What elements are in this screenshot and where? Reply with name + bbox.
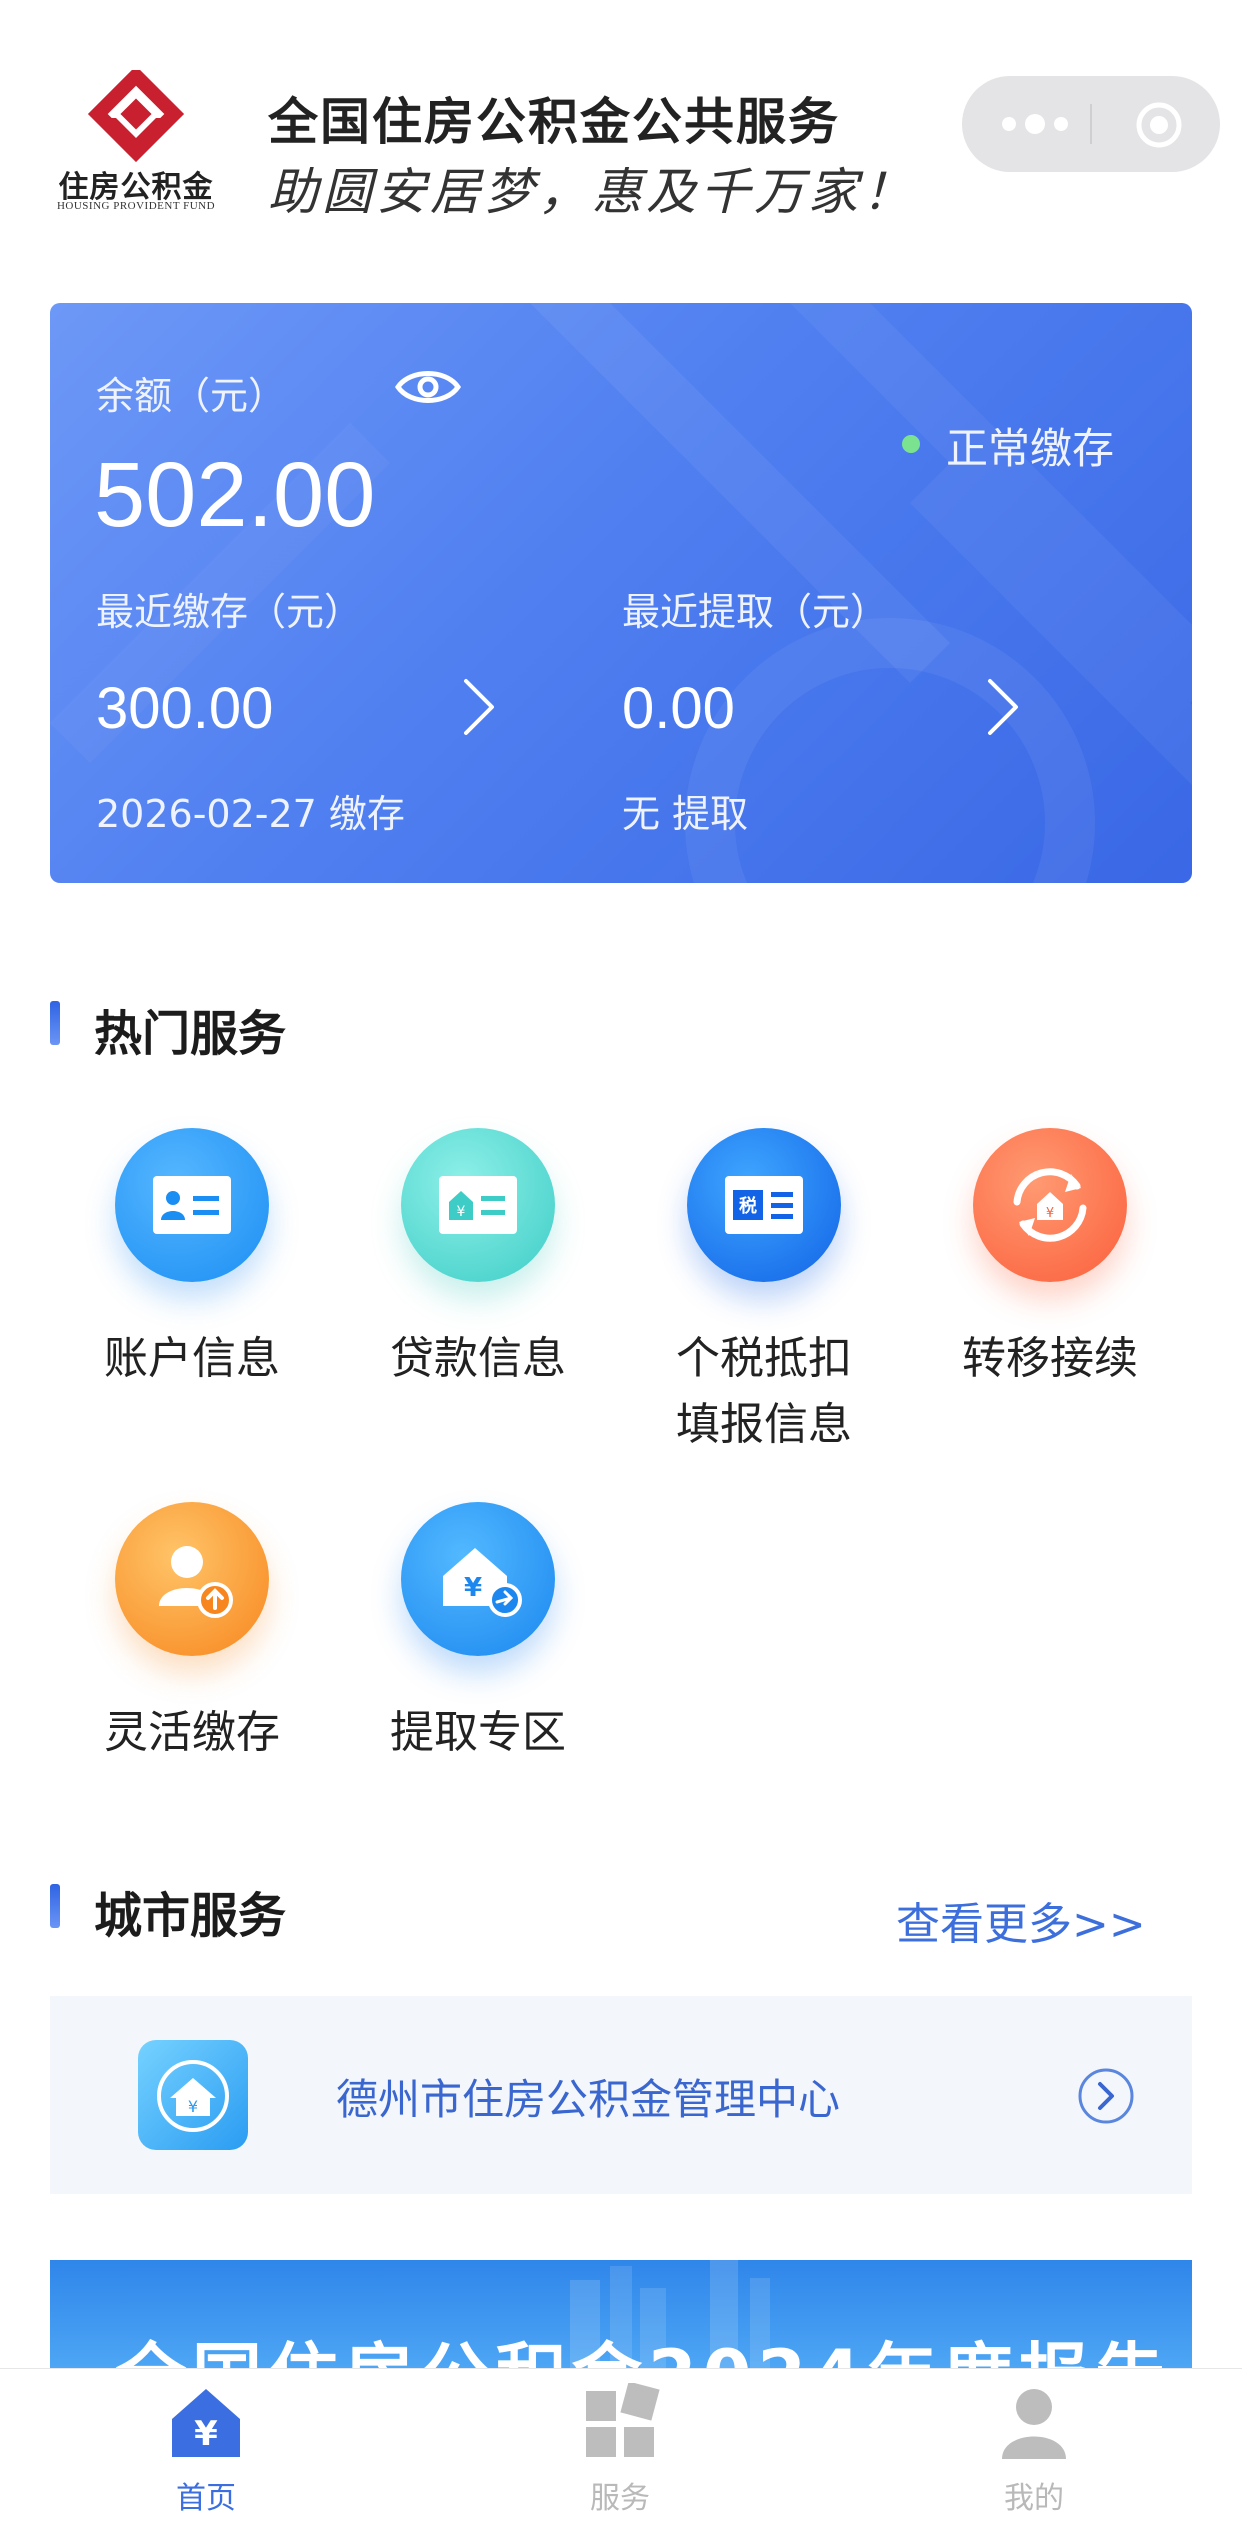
city-fund-center-icon: ¥ (138, 2040, 248, 2150)
flexible-deposit-icon (115, 1502, 269, 1656)
service-withdraw-zone[interactable]: ¥ 提取专区 (358, 1502, 598, 1766)
balance-label: 余额（元） (96, 374, 287, 418)
recent-withdraw-note: 无 提取 (622, 792, 749, 836)
tax-card-icon: 税 (687, 1128, 841, 1282)
city-service-item[interactable]: ¥ 德州市住房公积金管理中心 (50, 1996, 1192, 2194)
svg-text:税: 税 (739, 1195, 757, 1217)
services-grid-icon (586, 2381, 660, 2457)
service-label: 个税抵扣 填报信息 (676, 1333, 852, 1450)
more-dots-icon[interactable] (1000, 110, 1070, 138)
service-label: 账户信息 (104, 1333, 280, 1384)
eye-visibility-icon[interactable] (394, 365, 462, 409)
section-accent-bar (50, 1884, 60, 1928)
svg-text:¥: ¥ (464, 1573, 482, 1603)
city-services-title: 城市服务 (94, 1888, 287, 1944)
service-account-info[interactable]: 账户信息 (72, 1128, 312, 1392)
svg-text:¥: ¥ (194, 2414, 218, 2454)
bottom-tab-bar: ¥ 首页 服务 我的 (0, 2368, 1242, 2531)
tab-label: 服务 (590, 2481, 650, 2516)
logo-emblem-icon (87, 65, 185, 163)
banner-title: 全国住房公积金2024年度报告 (116, 2320, 1171, 2372)
service-label: 转移接续 (962, 1333, 1138, 1384)
see-more-link[interactable]: 查看更多>> (896, 1888, 1146, 1952)
logo-text-en: HOUSING PROVIDENT FUND (56, 200, 216, 212)
user-icon (1002, 2389, 1066, 2459)
mini-program-capsule (962, 76, 1220, 172)
svg-text:¥: ¥ (1046, 1206, 1054, 1221)
balance-value: 502.00 (94, 444, 376, 546)
recent-deposit-value[interactable]: 300.00 (96, 675, 273, 742)
hot-services-title: 热门服务 (94, 1006, 287, 1062)
recent-withdraw-label: 最近提取（元） (622, 590, 889, 634)
recent-deposit-label: 最近缴存（元） (96, 590, 363, 634)
header-title: 全国住房公积金公共服务 (268, 93, 840, 151)
service-flexible-deposit[interactable]: 灵活缴存 (72, 1502, 312, 1766)
svg-text:¥: ¥ (188, 2097, 198, 2116)
close-target-icon[interactable] (1134, 100, 1184, 150)
app-header: 住房公积金 HOUSING PROVIDENT FUND 全国住房公积金公共服务… (0, 0, 1242, 260)
capsule-divider (1090, 104, 1092, 144)
header-slogan: 助圆安居梦，惠及千万家！ (268, 163, 916, 221)
tab-services[interactable]: 服务 (520, 2381, 720, 2517)
home-icon: ¥ (172, 2389, 240, 2457)
city-service-name: 德州市住房公积金管理中心 (336, 2075, 841, 2124)
service-label: 贷款信息 (390, 1333, 566, 1384)
tab-home[interactable]: ¥ 首页 (106, 2383, 306, 2517)
service-transfer[interactable]: ¥ 转移接续 (930, 1128, 1170, 1392)
housing-fund-logo: 住房公积金 HOUSING PROVIDENT FUND (46, 65, 226, 220)
withdraw-icon: ¥ (401, 1502, 555, 1656)
service-loan-info[interactable]: ¥ 贷款信息 (358, 1128, 598, 1392)
recent-deposit-date: 2026-02-27 缴存 (96, 792, 405, 836)
account-status: 正常缴存 (946, 424, 1115, 473)
balance-card: 余额（元） 正常缴存 502.00 最近缴存（元） 最近提取（元） 300.00… (50, 303, 1192, 883)
chevron-right-icon[interactable] (982, 675, 1022, 739)
status-dot (902, 435, 920, 453)
transfer-icon: ¥ (973, 1128, 1127, 1282)
tab-label: 我的 (1004, 2481, 1064, 2516)
section-accent-bar (50, 1001, 60, 1045)
recent-withdraw-value[interactable]: 0.00 (622, 675, 735, 742)
svg-text:¥: ¥ (457, 1204, 466, 1220)
chevron-right-circle-icon[interactable] (1076, 2066, 1136, 2126)
tab-label: 首页 (176, 2481, 236, 2516)
service-label: 灵活缴存 (104, 1707, 280, 1758)
annual-report-banner[interactable]: 全国住房公积金2024年度报告 (50, 2260, 1192, 2372)
service-tax-deduction[interactable]: 税 个税抵扣 填报信息 (644, 1128, 884, 1458)
chevron-right-icon[interactable] (458, 675, 498, 739)
tab-mine[interactable]: 我的 (934, 2383, 1134, 2517)
id-card-icon (115, 1128, 269, 1282)
service-label: 提取专区 (390, 1707, 566, 1758)
house-card-icon: ¥ (401, 1128, 555, 1282)
